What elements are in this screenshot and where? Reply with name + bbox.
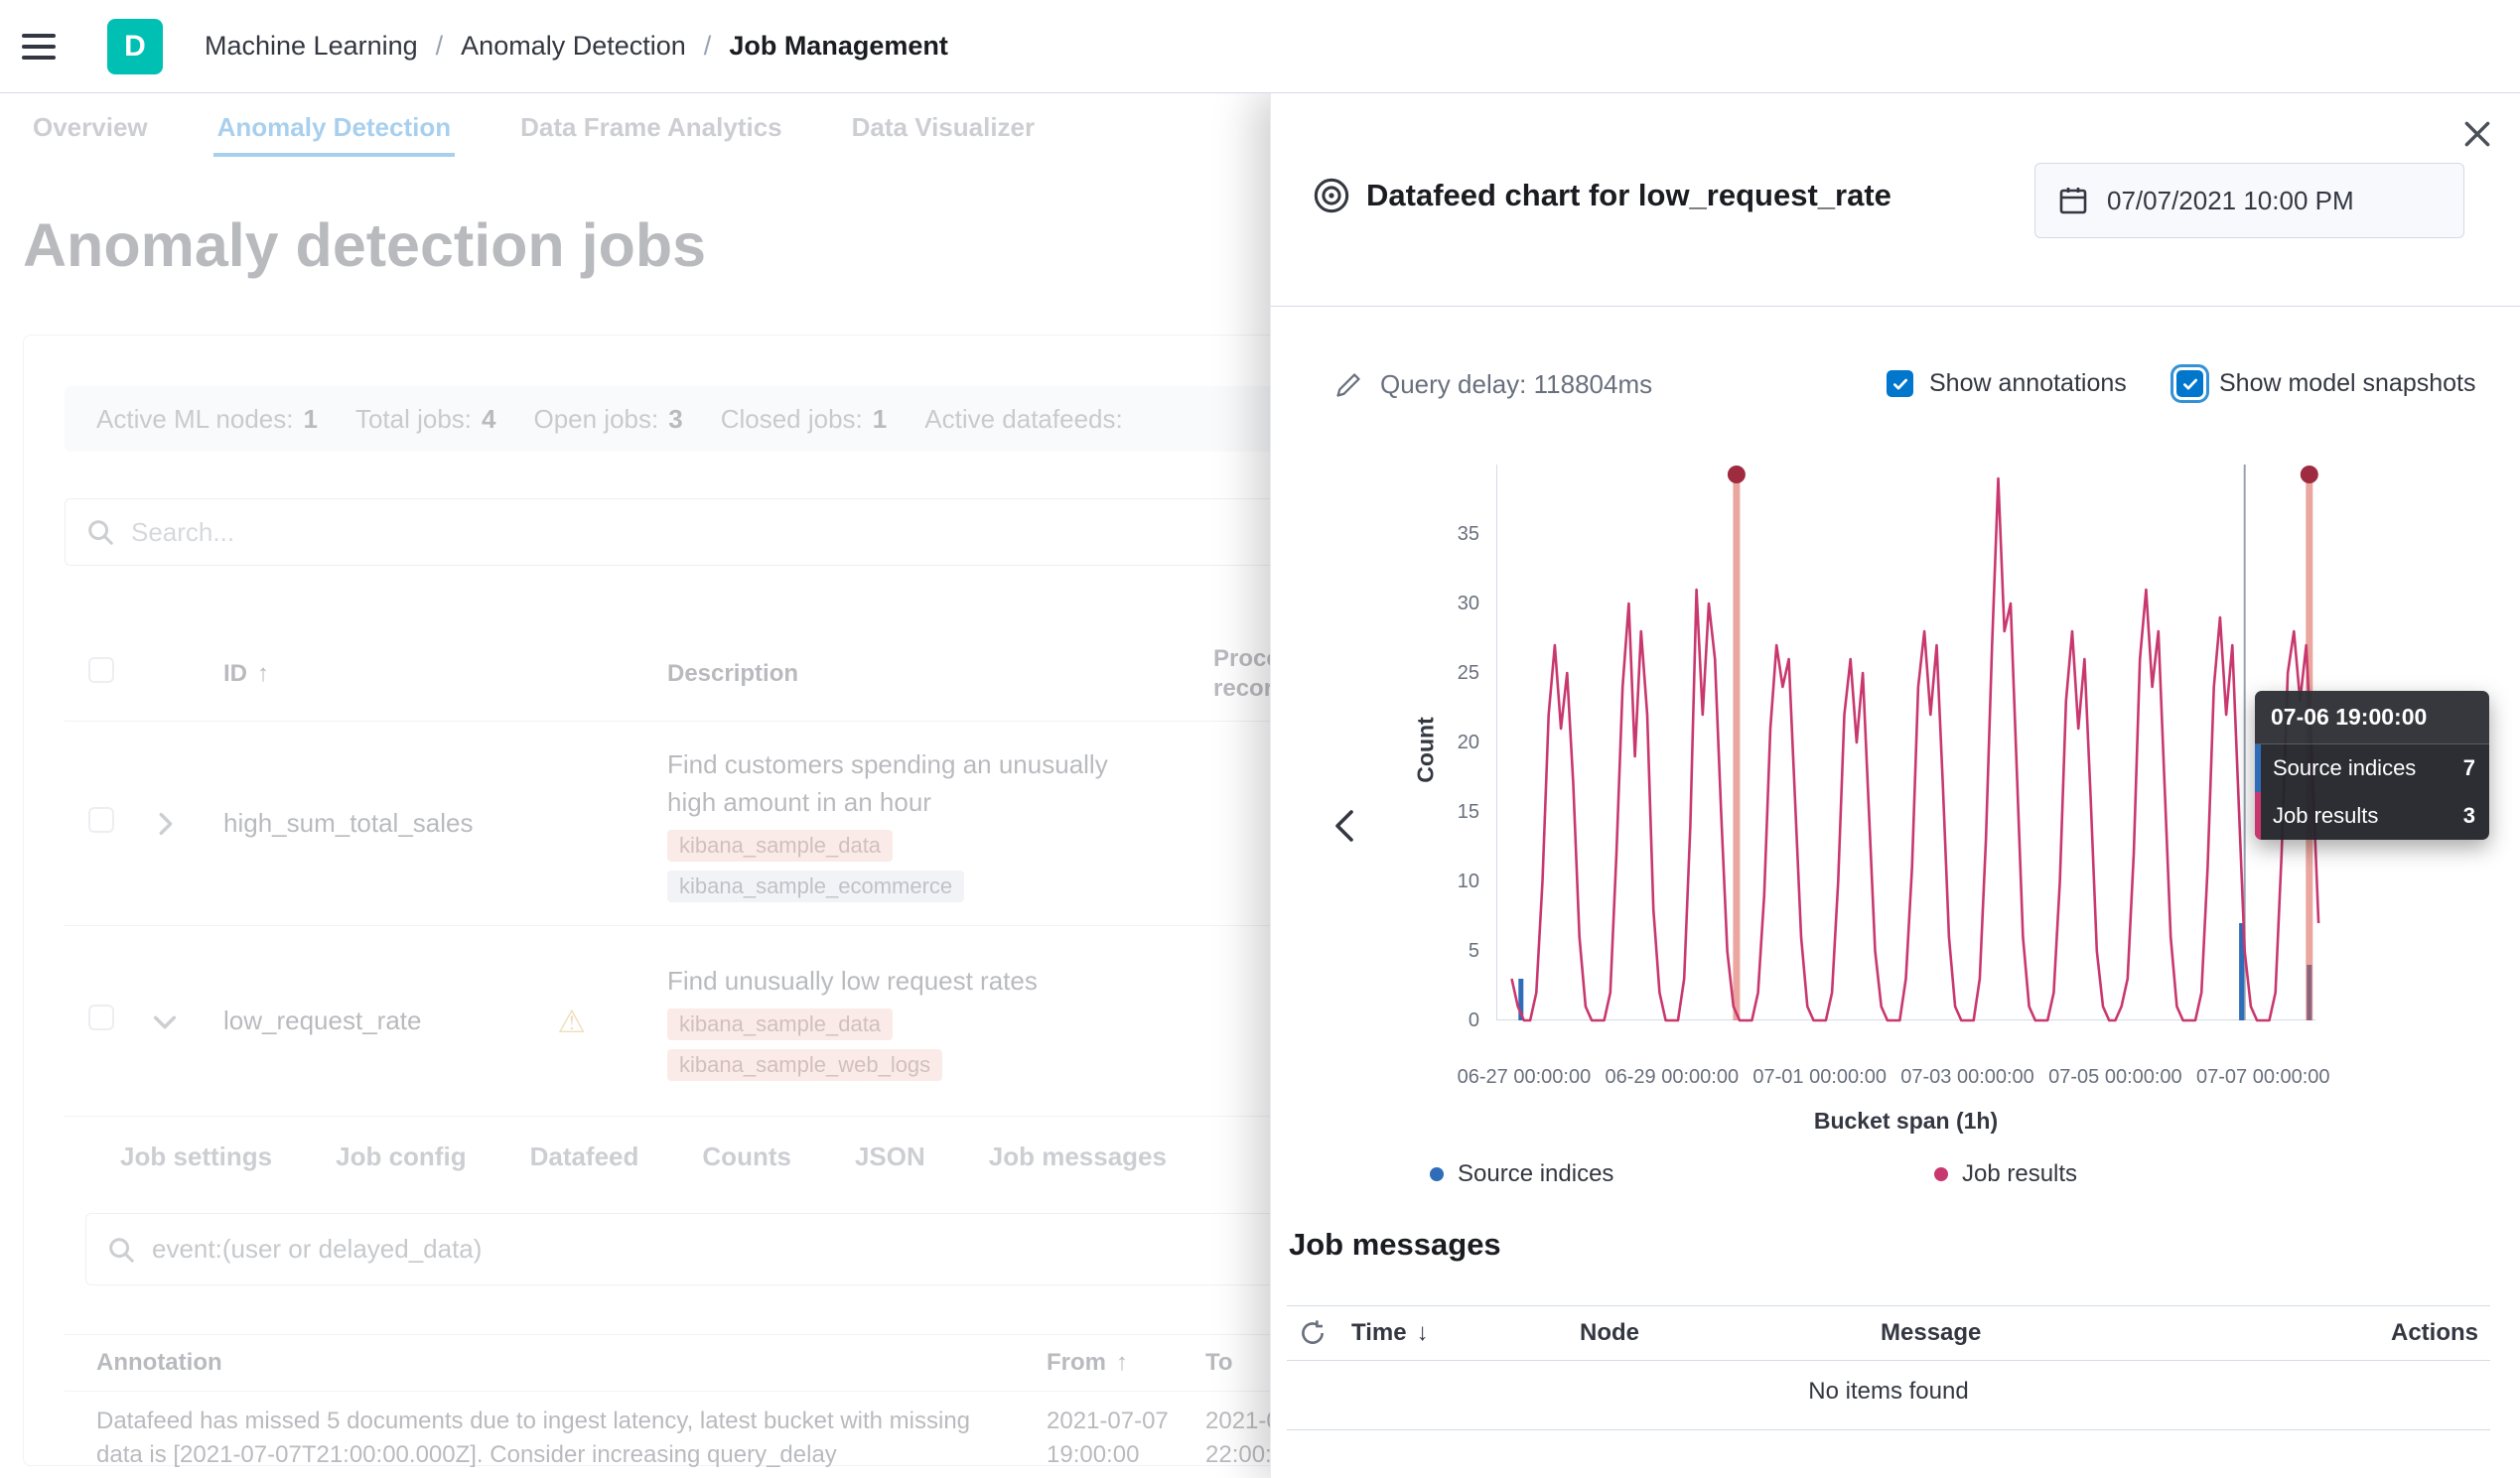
table-bottom-border [1287, 1429, 2490, 1430]
tooltip-series-label: Source indices [2261, 744, 2455, 792]
sort-desc-icon: ↓ [1417, 1319, 1429, 1347]
legend-item-source-indices[interactable]: Source indices [1430, 1160, 1613, 1188]
menu-button[interactable] [22, 24, 68, 69]
checkbox-label: Show annotations [1929, 369, 2127, 398]
y-axis-tick-label: 5 [1410, 936, 1479, 966]
breadcrumb-item-job-management: Job Management [729, 31, 948, 62]
datafeed-chart-flyout: Datafeed chart for low_request_rate 07/0… [1270, 93, 2520, 1478]
column-header-time[interactable]: Time ↓ [1351, 1319, 1580, 1347]
legend-label: Job results [1962, 1160, 2077, 1188]
legend-item-job-results[interactable]: Job results [1934, 1160, 2077, 1188]
kibana-ml-app: D Machine Learning / Anomaly Detection /… [0, 0, 2520, 1478]
x-axis-tick-label: 07-01 00:00:00 [1741, 1066, 1899, 1089]
close-icon [2460, 117, 2494, 151]
breadcrumb-item-machine-learning[interactable]: Machine Learning [205, 31, 418, 62]
refresh-button[interactable] [1287, 1319, 1351, 1347]
y-axis-tick-label: 35 [1410, 519, 1479, 549]
tooltip-series-value: 3 [2455, 792, 2489, 840]
breadcrumb-separator: / [436, 31, 444, 62]
x-axis-tick-label: 07-05 00:00:00 [2035, 1066, 2194, 1089]
checkbox-checked-icon [1887, 370, 1913, 397]
x-axis-title: Bucket span (1h) [1496, 1108, 2315, 1135]
flyout-header: Datafeed chart for low_request_rate [1313, 177, 1891, 214]
query-delay-control[interactable]: Query delay: 118804ms [1334, 369, 1652, 400]
chart-plot-area[interactable] [1496, 465, 2315, 1020]
breadcrumb-item-anomaly-detection[interactable]: Anomaly Detection [461, 31, 686, 62]
empty-table-message: No items found [1287, 1378, 2490, 1406]
flyout-title: Datafeed chart for low_request_rate [1366, 178, 1891, 213]
space-avatar[interactable]: D [107, 19, 163, 74]
show-annotations-checkbox[interactable]: Show annotations [1887, 369, 2127, 398]
job-messages-title: Job messages [1289, 1227, 1501, 1263]
datepicker-value: 07/07/2021 10:00 PM [2107, 186, 2354, 216]
close-flyout-button[interactable] [2460, 117, 2494, 154]
x-axis-tick-label: 07-07 00:00:00 [2183, 1066, 2342, 1089]
tooltip-row: Job results 3 [2255, 792, 2489, 840]
tooltip-header: 07-06 19:00:00 [2255, 691, 2489, 744]
datafeed-chart: Count 05101520253035 06-27 00:00:0006-29… [1271, 441, 2520, 1165]
tooltip-series-label: Job results [2261, 792, 2455, 840]
app-header: D Machine Learning / Anomaly Detection /… [0, 0, 2520, 93]
y-axis-tick-label: 25 [1410, 658, 1479, 688]
x-axis-tick-label: 06-27 00:00:00 [1445, 1066, 1604, 1089]
chevron-left-icon [1329, 806, 1362, 846]
chart-tooltip: 07-06 19:00:00 Source indices 7 Job resu… [2255, 691, 2489, 840]
checkbox-label: Show model snapshots [2219, 369, 2475, 398]
job-messages-table-header: Time ↓ Node Message Actions [1287, 1305, 2490, 1361]
legend-swatch [1934, 1167, 1948, 1181]
previous-chart-button[interactable] [1329, 806, 1362, 849]
calendar-icon [2057, 185, 2089, 216]
breadcrumb-separator: / [704, 31, 712, 62]
legend-swatch [1430, 1167, 1444, 1181]
legend-label: Source indices [1458, 1160, 1613, 1188]
y-axis-tick-label: 15 [1410, 797, 1479, 827]
column-header-actions: Actions [2391, 1319, 2490, 1347]
y-axis-tick-label: 20 [1410, 728, 1479, 757]
column-header-label: Time [1351, 1319, 1407, 1347]
refresh-icon [1299, 1319, 1327, 1347]
tooltip-row: Source indices 7 [2255, 744, 2489, 792]
flyout-divider [1271, 306, 2520, 307]
tooltip-series-value: 7 [2455, 744, 2489, 792]
show-model-snapshots-checkbox[interactable]: Show model snapshots [2176, 369, 2475, 398]
column-header-message: Message [1881, 1319, 2391, 1347]
datepicker[interactable]: 07/07/2021 10:00 PM [2034, 163, 2464, 238]
x-axis-tick-label: 06-29 00:00:00 [1593, 1066, 1751, 1089]
y-axis-tick-label: 30 [1410, 589, 1479, 618]
breadcrumb: Machine Learning / Anomaly Detection / J… [205, 31, 948, 62]
query-delay-label: Query delay: 118804ms [1380, 369, 1652, 400]
checkbox-checked-icon [2176, 370, 2203, 397]
edit-icon [1334, 371, 1362, 399]
x-axis-tick-label: 07-03 00:00:00 [1889, 1066, 2047, 1089]
y-axis-tick-label: 10 [1410, 867, 1479, 896]
datafeed-chart-icon [1313, 177, 1350, 214]
y-axis-tick-label: 0 [1410, 1006, 1479, 1035]
column-header-node: Node [1580, 1319, 1881, 1347]
